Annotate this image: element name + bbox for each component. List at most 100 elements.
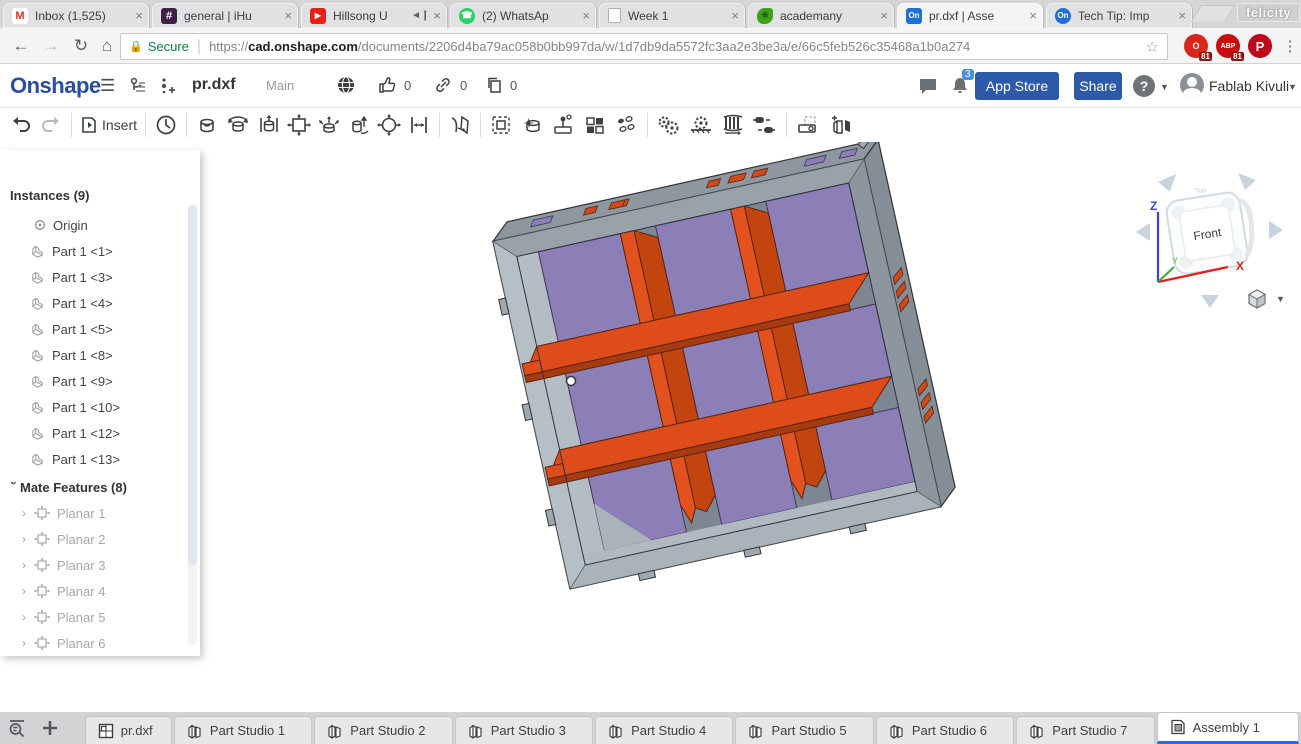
element-tab-partstudio7[interactable]: Part Studio 7	[1016, 716, 1155, 744]
link-icon[interactable]	[434, 76, 452, 99]
element-tab-partstudio2[interactable]: Part Studio 2	[314, 716, 453, 744]
like-icon[interactable]	[378, 76, 397, 99]
list-item-part[interactable]: Part 1 <3>	[0, 264, 186, 290]
pin-slot-mate-icon[interactable]	[374, 111, 404, 139]
browser-tab-youtube[interactable]: ▶ Hillsong U ◄❙ ×	[301, 3, 447, 28]
app-store-button[interactable]: App Store	[975, 72, 1059, 100]
chevron-right-icon[interactable]: ›	[22, 636, 34, 650]
chevron-down-icon[interactable]: ›	[7, 481, 21, 493]
manage-tabs-icon[interactable]	[0, 712, 34, 744]
close-icon[interactable]: ×	[582, 8, 590, 23]
list-item-part[interactable]: Part 1 <12>	[0, 420, 186, 446]
reload-icon[interactable]: ↻	[68, 33, 94, 59]
display-mode-dropdown[interactable]: ▼	[1246, 288, 1285, 310]
browser-tab-slack[interactable]: # general | iHu ×	[152, 3, 298, 28]
forward-icon[interactable]: →	[38, 33, 64, 59]
parallel-mate-icon[interactable]	[404, 111, 434, 139]
create-version-icon[interactable]	[158, 76, 176, 101]
pattern-icon[interactable]	[610, 111, 642, 139]
mate-features-header[interactable]: › Mate Features (8)	[0, 474, 186, 500]
browser-tab-academany[interactable]: ❈ academany ×	[748, 3, 894, 28]
planar-mate-icon[interactable]	[284, 111, 314, 139]
insert-button[interactable]: Insert	[77, 111, 140, 139]
browser-tab-week1[interactable]: Week 1 ×	[599, 3, 745, 28]
assembly-3d-model[interactable]	[200, 142, 1160, 712]
audio-playing-icon[interactable]: ◄❙	[411, 10, 429, 21]
mate-item-planar[interactable]: › Planar 4	[0, 578, 186, 604]
fastened-mate-icon[interactable]	[192, 111, 222, 139]
revert-icon[interactable]	[151, 111, 181, 139]
group-icon[interactable]	[486, 111, 516, 139]
workspace-name[interactable]: Main	[266, 78, 294, 93]
display-mode-caret-icon[interactable]: ▼	[1276, 294, 1285, 304]
pinterest-extension-icon[interactable]: P	[1248, 34, 1272, 58]
mate-item-planar[interactable]: › Planar 5	[0, 604, 186, 630]
replicate-icon[interactable]	[580, 111, 610, 139]
list-item-part[interactable]: Part 1 <13>	[0, 446, 186, 472]
list-item-part[interactable]: Part 1 <10>	[0, 394, 186, 420]
browser-tab-onshape-active[interactable]: On pr.dxf | Asse ×	[897, 3, 1043, 28]
chevron-right-icon[interactable]: ›	[22, 584, 34, 598]
mate-item-planar[interactable]: › Planar 2	[0, 526, 186, 552]
list-item-part[interactable]: Part 1 <9>	[0, 368, 186, 394]
element-tab-drawing[interactable]: pr.dxf	[84, 716, 172, 744]
chevron-right-icon[interactable]: ›	[22, 558, 34, 572]
mate-connector-icon[interactable]	[516, 111, 548, 139]
share-button[interactable]: Share	[1074, 72, 1122, 100]
back-icon[interactable]: ←	[8, 33, 34, 59]
named-positions-icon[interactable]	[548, 111, 580, 139]
element-tab-partstudio5[interactable]: Part Studio 5	[735, 716, 874, 744]
element-tab-partstudio4[interactable]: Part Studio 4	[595, 716, 734, 744]
mate-item-planar[interactable]: › Planar 6	[0, 630, 186, 656]
user-menu-caret-icon[interactable]: ▼	[1288, 82, 1297, 92]
url-text[interactable]: https://cad.onshape.com/documents/2206d4…	[209, 39, 970, 54]
chrome-menu-icon[interactable]: ⋮	[1277, 33, 1301, 59]
close-icon[interactable]: ×	[284, 8, 292, 23]
revolute-mate-icon[interactable]	[222, 111, 254, 139]
address-bar[interactable]: 🔒 Secure | https://cad.onshape.com/docum…	[120, 33, 1168, 60]
tangent-mate-icon[interactable]	[445, 111, 475, 139]
list-item-part[interactable]: Part 1 <5>	[0, 316, 186, 342]
browser-tab-gmail[interactable]: M Inbox (1,525) ×	[3, 3, 149, 28]
exploded-view-icon[interactable]	[826, 111, 858, 139]
avatar[interactable]	[1180, 73, 1204, 97]
document-title[interactable]: pr.dxf	[192, 76, 236, 94]
comment-icon[interactable]	[918, 77, 938, 100]
help-caret-icon[interactable]: ▼	[1160, 82, 1169, 92]
mate-item-planar[interactable]: › Planar 3	[0, 552, 186, 578]
panel-scrollbar[interactable]	[188, 205, 197, 645]
bookmark-star-icon[interactable]: ☆	[1146, 38, 1159, 56]
screw-relation-icon[interactable]	[717, 111, 749, 139]
undo-icon[interactable]	[6, 111, 36, 139]
user-name[interactable]: Fablab Kivuli	[1209, 78, 1289, 94]
list-item-part[interactable]: Part 1 <1>	[0, 238, 186, 264]
versions-icon[interactable]	[128, 76, 148, 101]
mate-item-planar[interactable]: › Planar 1	[0, 500, 186, 526]
close-icon[interactable]: ×	[731, 8, 739, 23]
onetab-extension-icon[interactable]: O 81	[1184, 34, 1212, 61]
help-button[interactable]: ?	[1133, 75, 1155, 97]
element-tab-partstudio3[interactable]: Part Studio 3	[454, 716, 594, 744]
chevron-right-icon[interactable]: ›	[22, 532, 34, 546]
list-item-part[interactable]: Part 1 <8>	[0, 342, 186, 368]
cylindrical-mate-icon[interactable]	[344, 111, 374, 139]
hamburger-menu-icon[interactable]: ☰	[100, 76, 115, 96]
list-item-origin[interactable]: Origin	[0, 212, 186, 238]
home-icon[interactable]: ⌂	[94, 33, 120, 59]
origin-marker[interactable]	[565, 375, 577, 387]
list-item-part[interactable]: Part 1 <4>	[0, 290, 186, 316]
globe-icon[interactable]	[336, 75, 356, 100]
copies-icon[interactable]	[486, 76, 504, 99]
rack-pinion-relation-icon[interactable]	[685, 111, 717, 139]
redo-icon[interactable]	[36, 111, 66, 139]
onshape-logo[interactable]: Onshape	[10, 73, 101, 99]
close-icon[interactable]: ×	[1178, 8, 1186, 23]
browser-tab-techtip[interactable]: On Tech Tip: Imp ×	[1046, 3, 1192, 28]
close-icon[interactable]: ×	[1029, 8, 1037, 23]
chevron-right-icon[interactable]: ›	[22, 506, 34, 520]
close-icon[interactable]: ×	[880, 8, 888, 23]
new-tab-button[interactable]	[1191, 5, 1235, 22]
chevron-right-icon[interactable]: ›	[22, 610, 34, 624]
browser-tab-whatsapp[interactable]: ☎ (2) WhatsAp ×	[450, 3, 596, 28]
close-icon[interactable]: ×	[433, 8, 441, 23]
